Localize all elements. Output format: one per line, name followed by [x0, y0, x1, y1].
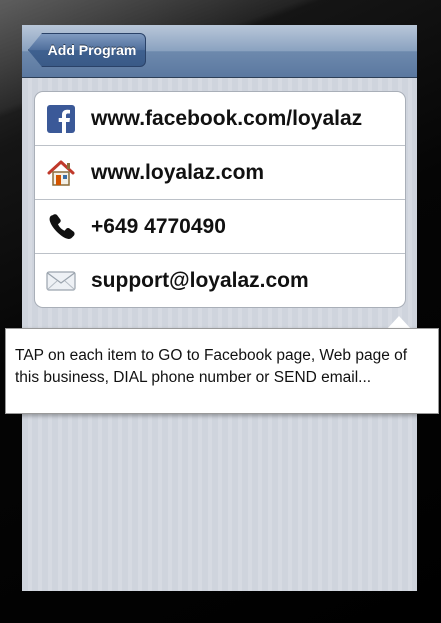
facebook-link: www.facebook.com/loyalaz	[91, 106, 363, 130]
mail-icon	[45, 265, 77, 297]
help-tooltip: TAP on each item to GO to Facebook page,…	[5, 328, 439, 414]
website-row[interactable]: www.loyalaz.com	[35, 146, 405, 200]
email-row[interactable]: support@loyalaz.com	[35, 254, 405, 307]
phone-row[interactable]: +649 4770490	[35, 200, 405, 254]
back-button[interactable]: Add Program	[28, 33, 146, 67]
facebook-row[interactable]: www.facebook.com/loyalaz	[35, 92, 405, 146]
app-screen: Add Program www.facebook.com/loyalaz www…	[22, 25, 417, 591]
website-link: www.loyalaz.com	[91, 160, 265, 184]
contact-list: www.facebook.com/loyalaz www.loyalaz.com	[34, 91, 406, 308]
back-button-label: Add Program	[47, 42, 137, 58]
navigation-bar: Add Program	[22, 25, 417, 78]
facebook-icon	[45, 103, 77, 135]
phone-icon	[45, 211, 77, 243]
phone-number: +649 4770490	[91, 214, 226, 238]
home-icon	[45, 157, 77, 189]
email-address: support@loyalaz.com	[91, 268, 309, 292]
tooltip-text: TAP on each item to GO to Facebook page,…	[15, 347, 408, 386]
